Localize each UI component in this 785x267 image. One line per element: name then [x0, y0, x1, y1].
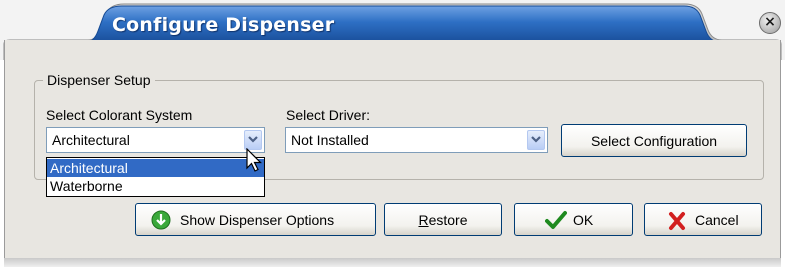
- select-configuration-button[interactable]: Select Configuration: [561, 124, 747, 157]
- colorant-options-list[interactable]: Architectural Waterborne: [46, 157, 265, 197]
- select-configuration-label: Select Configuration: [590, 133, 718, 149]
- driver-dropdown-button[interactable]: [527, 130, 545, 150]
- close-icon: ×: [764, 14, 776, 30]
- restore-label: Restore: [385, 212, 501, 228]
- green-checkmark-icon: [545, 211, 567, 229]
- dialog-title: Configure Dispenser: [112, 14, 335, 36]
- group-legend: Dispenser Setup: [47, 72, 151, 88]
- cancel-button[interactable]: Cancel: [644, 203, 762, 236]
- show-dispenser-options-button[interactable]: Show Dispenser Options: [135, 203, 376, 236]
- show-dispenser-options-label: Show Dispenser Options: [180, 212, 335, 228]
- close-button[interactable]: ×: [759, 12, 781, 34]
- colorant-system-label: Select Colorant System: [46, 107, 193, 123]
- colorant-system-value: Architectural: [52, 132, 130, 148]
- green-down-arrow-icon: [151, 210, 171, 230]
- bottom-edge: [4, 258, 781, 267]
- option-waterborne[interactable]: Waterborne: [47, 177, 264, 195]
- ok-button[interactable]: OK: [514, 203, 633, 236]
- chevron-down-icon: [248, 136, 258, 143]
- chevron-down-icon: [531, 136, 541, 143]
- driver-select[interactable]: Not Installed: [285, 127, 548, 153]
- option-architectural[interactable]: Architectural: [47, 159, 264, 177]
- configure-dispenser-dialog: Configure Dispenser × Dispenser Setup Se…: [0, 0, 785, 267]
- cancel-label: Cancel: [695, 212, 739, 228]
- restore-label-rest: estore: [428, 212, 468, 228]
- colorant-dropdown-button[interactable]: [244, 130, 262, 150]
- restore-mnemonic: R: [418, 212, 429, 228]
- red-x-icon: [669, 212, 685, 230]
- restore-button[interactable]: Restore: [384, 203, 502, 236]
- colorant-system-select[interactable]: Architectural: [46, 127, 265, 153]
- driver-label: Select Driver:: [286, 107, 371, 123]
- mouse-pointer-icon: [246, 148, 262, 172]
- driver-value: Not Installed: [291, 132, 369, 148]
- ok-label: OK: [573, 212, 594, 228]
